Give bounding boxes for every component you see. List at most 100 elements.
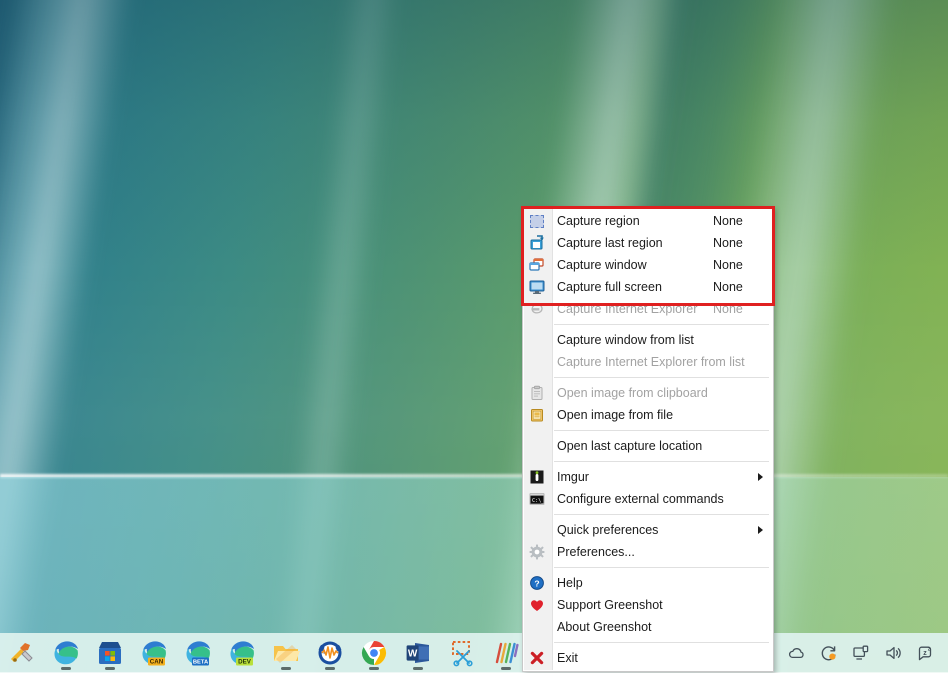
taskbar-item-snipping-tool[interactable] — [440, 633, 484, 673]
menu-item-capture-full-screen[interactable]: Capture full screen None — [523, 276, 773, 298]
exit-icon — [528, 649, 546, 667]
menu-separator — [554, 461, 769, 462]
imgur-icon — [528, 468, 546, 486]
taskbar-item-audacity[interactable] — [308, 633, 352, 673]
volume-icon — [883, 643, 903, 663]
edge-beta-icon: BETA — [184, 639, 212, 667]
update-sync-icon — [819, 643, 839, 663]
tools-icon — [8, 639, 36, 667]
menu-item-label: About Greenshot — [557, 620, 765, 634]
chevron-right-icon — [758, 526, 763, 534]
edge-canary-icon: CAN — [140, 639, 168, 667]
stripes-app-icon — [492, 639, 520, 667]
menu-item-about-greenshot[interactable]: About Greenshot — [523, 616, 773, 638]
tray-item-update[interactable] — [814, 633, 844, 673]
menu-separator — [554, 567, 769, 568]
svg-text:C:\_: C:\_ — [532, 498, 545, 504]
capture-window-icon — [528, 256, 546, 274]
taskbar-item-microsoft-store[interactable] — [88, 633, 132, 673]
audacity-icon — [316, 639, 344, 667]
edge-icon — [52, 639, 80, 667]
heart-icon — [528, 596, 546, 614]
tray-item-onedrive[interactable] — [782, 633, 812, 673]
command-prompt-icon: C:\_ — [528, 490, 546, 508]
menu-item-open-image-from-file[interactable]: Open image from file — [523, 404, 773, 426]
taskbar-item-chrome[interactable] — [352, 633, 396, 673]
taskbar-item-edge-dev[interactable]: DEV — [220, 633, 264, 673]
tray-item-volume[interactable] — [878, 633, 908, 673]
menu-item-capture-region[interactable]: Capture region None — [523, 210, 773, 232]
edge-dev-icon: DEV — [228, 639, 256, 667]
desktop-screen: Capture region None Capture last region … — [0, 0, 948, 673]
menu-item-hotkey: None — [713, 236, 743, 250]
greenshot-context-menu[interactable]: Capture region None Capture last region … — [522, 207, 774, 672]
file-explorer-icon — [272, 639, 300, 667]
gear-icon — [528, 543, 546, 561]
capture-region-icon — [528, 212, 546, 230]
menu-item-help[interactable]: ? Help — [523, 572, 773, 594]
svg-text:?: ? — [534, 578, 539, 588]
menu-item-label: Capture Internet Explorer from list — [557, 355, 765, 369]
taskbar-item-file-explorer[interactable] — [264, 633, 308, 673]
menu-item-label: Exit — [557, 651, 765, 665]
capture-last-region-icon — [528, 234, 546, 252]
svg-text:CAN: CAN — [150, 659, 164, 666]
menu-item-imgur[interactable]: Imgur — [523, 466, 773, 488]
menu-item-support-greenshot[interactable]: Support Greenshot — [523, 594, 773, 616]
menu-item-label: Open image from file — [557, 408, 765, 422]
taskbar-item-edge-beta[interactable]: BETA — [176, 633, 220, 673]
menu-item-capture-window-from-list[interactable]: Capture window from list — [523, 329, 773, 351]
menu-item-hotkey: None — [713, 280, 743, 294]
help-icon: ? — [528, 574, 546, 592]
svg-text:W: W — [408, 649, 418, 660]
menu-item-hotkey: None — [713, 258, 743, 272]
snipping-tool-icon — [448, 639, 476, 667]
menu-item-label: Open last capture location — [557, 439, 765, 453]
menu-item-quick-preferences[interactable]: Quick preferences — [523, 519, 773, 541]
chevron-right-icon — [758, 473, 763, 481]
menu-item-capture-last-region[interactable]: Capture last region None — [523, 232, 773, 254]
menu-separator — [554, 430, 769, 431]
menu-item-capture-ie-from-list: Capture Internet Explorer from list — [523, 351, 773, 373]
menu-item-label: Capture window from list — [557, 333, 765, 347]
taskbar-item-edge[interactable] — [44, 633, 88, 673]
clipboard-icon — [528, 384, 546, 402]
word-icon: W — [404, 639, 432, 667]
svg-text:z: z — [923, 650, 927, 657]
tray-item-display[interactable] — [846, 633, 876, 673]
internet-explorer-icon — [528, 300, 546, 318]
capture-fullscreen-icon — [528, 278, 546, 296]
open-file-icon — [528, 406, 546, 424]
menu-item-open-last-capture-location[interactable]: Open last capture location — [523, 435, 773, 457]
menu-item-label: Help — [557, 576, 765, 590]
taskbar-item-tools[interactable] — [0, 633, 44, 673]
sleep-icon: z z — [915, 643, 935, 663]
menu-item-configure-external-commands[interactable]: C:\_ Configure external commands — [523, 488, 773, 510]
menu-item-hotkey: None — [713, 302, 743, 316]
taskbar-item-edge-canary[interactable]: CAN — [132, 633, 176, 673]
menu-item-open-image-from-clipboard: Open image from clipboard — [523, 382, 773, 404]
svg-text:BETA: BETA — [193, 660, 209, 666]
microsoft-store-icon — [96, 639, 124, 667]
taskbar[interactable]: CAN BETA DEV — [0, 633, 948, 673]
chrome-icon — [360, 639, 388, 667]
menu-item-label: Imgur — [557, 470, 765, 484]
system-tray[interactable]: z z — [750, 633, 948, 673]
tray-item-sleep[interactable]: z z — [910, 633, 940, 673]
menu-separator — [554, 377, 769, 378]
menu-item-capture-internet-explorer: Capture Internet Explorer None — [523, 298, 773, 320]
taskbar-item-word[interactable]: W — [396, 633, 440, 673]
menu-item-capture-window[interactable]: Capture window None — [523, 254, 773, 276]
menu-item-hotkey: None — [713, 214, 743, 228]
display-icon — [851, 643, 871, 663]
menu-item-label: Quick preferences — [557, 523, 765, 537]
svg-text:DEV: DEV — [238, 659, 252, 666]
menu-item-exit[interactable]: Exit — [523, 647, 773, 669]
menu-item-label: Preferences... — [557, 545, 765, 559]
onedrive-cloud-icon — [787, 643, 807, 663]
menu-item-label: Configure external commands — [557, 492, 765, 506]
menu-item-label: Open image from clipboard — [557, 386, 765, 400]
menu-item-preferences[interactable]: Preferences... — [523, 541, 773, 563]
menu-separator — [554, 642, 769, 643]
menu-item-label: Support Greenshot — [557, 598, 765, 612]
